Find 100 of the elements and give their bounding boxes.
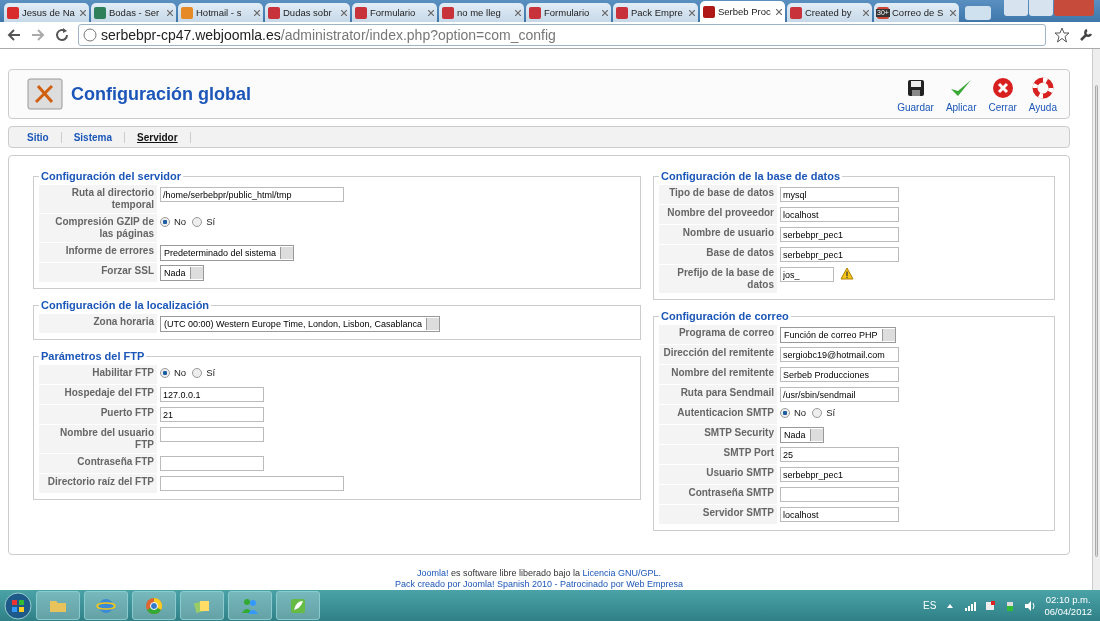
taskbar-app[interactable] bbox=[132, 591, 176, 620]
config-tab[interactable]: Sistema bbox=[61, 131, 126, 143]
dropdown[interactable]: Función de correo PHP bbox=[780, 327, 896, 343]
wrench-icon[interactable] bbox=[1078, 27, 1094, 43]
device-icon[interactable] bbox=[984, 600, 997, 611]
toolbar-button[interactable]: Aplicar bbox=[941, 73, 981, 115]
dropdown[interactable]: Nada bbox=[780, 427, 824, 443]
text-field[interactable]: localhost bbox=[780, 507, 899, 522]
config-tab[interactable]: Sitio bbox=[15, 131, 62, 143]
taskbar-app[interactable] bbox=[276, 591, 320, 620]
radio-option[interactable]: Sí bbox=[192, 367, 216, 378]
address-bar[interactable]: serbebpr-cp47.webjoomla.es/administrator/index.php?option=com_config bbox=[78, 24, 1046, 46]
taskbar-app[interactable] bbox=[84, 591, 128, 620]
browser-tab[interactable]: Bodas - Ser bbox=[91, 3, 176, 22]
lifebuoy-icon bbox=[1030, 75, 1055, 100]
text-field[interactable] bbox=[160, 456, 264, 471]
speaker-icon[interactable] bbox=[1024, 600, 1037, 611]
browser-tab[interactable]: Hotmail - s bbox=[178, 3, 263, 22]
browser-tab[interactable]: Created by bbox=[787, 3, 872, 22]
close-tab-icon[interactable] bbox=[689, 9, 695, 16]
dropdown[interactable]: (UTC 00:00) Western Europe Time, London, Lisbon, Casablanca bbox=[160, 316, 440, 332]
text-field[interactable]: serbebpr_pec1 bbox=[780, 227, 899, 242]
field-label: Nombre del proveedor bbox=[659, 205, 777, 224]
browser-icon bbox=[144, 595, 164, 616]
text-field[interactable]: sergiobc19@hotmail.com bbox=[780, 347, 899, 362]
field-label: SMTP Security bbox=[659, 425, 777, 444]
browser-tab[interactable]: Dudas sobr bbox=[265, 3, 350, 22]
close-tab-icon[interactable] bbox=[950, 9, 956, 16]
close-tab-icon[interactable] bbox=[254, 9, 260, 16]
taskbar-app[interactable] bbox=[180, 591, 224, 620]
dropdown[interactable]: Predeterminado del sistema bbox=[160, 245, 295, 261]
field-label: Dirección del remitente bbox=[659, 345, 777, 364]
text-field[interactable]: serbebpr_pec1 bbox=[780, 247, 899, 262]
browser-tab[interactable]: Serbeb Proc bbox=[700, 1, 785, 22]
forward-icon[interactable] bbox=[30, 27, 46, 43]
field-label: Prefijo de la base de datos bbox=[659, 265, 777, 293]
browser-tab[interactable]: Formulario bbox=[352, 3, 437, 22]
text-field[interactable] bbox=[160, 427, 264, 442]
clock[interactable]: 02:10 p.m. 06/04/2012 bbox=[1044, 593, 1092, 618]
text-field[interactable] bbox=[160, 476, 344, 491]
text-field[interactable]: 127.0.0.1 bbox=[160, 387, 264, 402]
text-field[interactable]: serbebpr_pec1 bbox=[780, 467, 899, 482]
field-label: Zona horaria bbox=[39, 314, 157, 333]
footer-link[interactable]: Pack creado por Joomla! Spanish 2010 - Patrocinado por Web Empresa bbox=[395, 579, 683, 589]
text-field[interactable]: jos_ bbox=[780, 267, 834, 282]
field-label: Puerto FTP bbox=[39, 405, 157, 424]
text-field[interactable]: /usr/sbin/sendmail bbox=[780, 387, 899, 402]
back-icon[interactable] bbox=[6, 27, 22, 43]
radio-option[interactable]: No bbox=[780, 407, 807, 418]
text-field[interactable]: localhost bbox=[780, 207, 899, 222]
close-tab-icon[interactable] bbox=[80, 9, 86, 16]
close-tab-icon[interactable] bbox=[167, 9, 173, 16]
text-field[interactable]: /home/serbebpr/public_html/tmp bbox=[160, 187, 344, 202]
radio-option[interactable]: Sí bbox=[812, 407, 836, 418]
radio-option[interactable]: No bbox=[160, 367, 187, 378]
field-label: Nombre de usuario bbox=[659, 225, 777, 244]
browser-tab[interactable]: no me lleg bbox=[439, 3, 524, 22]
warning-icon bbox=[840, 267, 854, 280]
text-field[interactable] bbox=[780, 487, 899, 502]
field-label: Ruta para Sendmail bbox=[659, 385, 777, 404]
field-label: Usuario SMTP bbox=[659, 465, 777, 484]
footer-link[interactable]: Joomla! bbox=[416, 568, 449, 578]
scrollbar[interactable] bbox=[1092, 49, 1100, 590]
field-label: Programa de correo bbox=[659, 325, 777, 344]
text-field[interactable]: 21 bbox=[160, 407, 264, 422]
field-label: Tipo de base de datos bbox=[659, 185, 777, 204]
start-button[interactable] bbox=[4, 591, 32, 620]
browser-tab[interactable]: Formulario bbox=[526, 3, 611, 22]
field-label: Informe de errores bbox=[39, 243, 157, 262]
radio-option[interactable]: Sí bbox=[192, 216, 216, 227]
dropdown[interactable]: Nada bbox=[160, 265, 204, 281]
footer-link[interactable]: Licencia GNU/GPL. bbox=[582, 568, 662, 578]
footer-text: Joomla! es software libre liberado bajo la Licencia GNU/GPL. bbox=[415, 568, 663, 579]
toolbar-button[interactable]: Cerrar bbox=[984, 73, 1021, 115]
signal-icon[interactable] bbox=[964, 600, 977, 611]
close-tab-icon[interactable] bbox=[515, 9, 521, 16]
text-field[interactable]: 25 bbox=[780, 447, 899, 462]
toolbar-button[interactable]: Ayuda bbox=[1024, 73, 1061, 115]
field-label: Servidor SMTP bbox=[659, 505, 777, 524]
browser-tab[interactable]: Pack Empre bbox=[613, 3, 698, 22]
reload-icon[interactable] bbox=[54, 27, 70, 43]
browser-tab[interactable]: Jesus de Na bbox=[4, 3, 89, 22]
close-tab-icon[interactable] bbox=[341, 9, 347, 16]
field-label: Habilitar FTP bbox=[39, 365, 157, 384]
star-icon[interactable] bbox=[1054, 27, 1070, 43]
config-tab[interactable]: Servidor bbox=[125, 131, 191, 143]
close-tab-icon[interactable] bbox=[602, 9, 608, 16]
text-field[interactable]: Serbeb Producciones bbox=[780, 367, 899, 382]
toolbar-button[interactable]: Guardar bbox=[893, 73, 938, 115]
close-tab-icon[interactable] bbox=[863, 9, 869, 16]
language-indicator[interactable]: ES bbox=[923, 600, 937, 611]
radio-option[interactable]: No bbox=[160, 216, 187, 227]
field-label: Base de datos bbox=[659, 245, 777, 264]
field-label: Contraseña SMTP bbox=[659, 485, 777, 504]
close-tab-icon[interactable] bbox=[428, 9, 434, 16]
group-title: Configuración de correo bbox=[660, 310, 790, 322]
globe-icon bbox=[83, 28, 97, 42]
field-label: Compresión GZIP de las páginas bbox=[39, 214, 157, 242]
text-field[interactable]: mysql bbox=[780, 187, 899, 202]
close-tab-icon[interactable] bbox=[776, 8, 782, 15]
